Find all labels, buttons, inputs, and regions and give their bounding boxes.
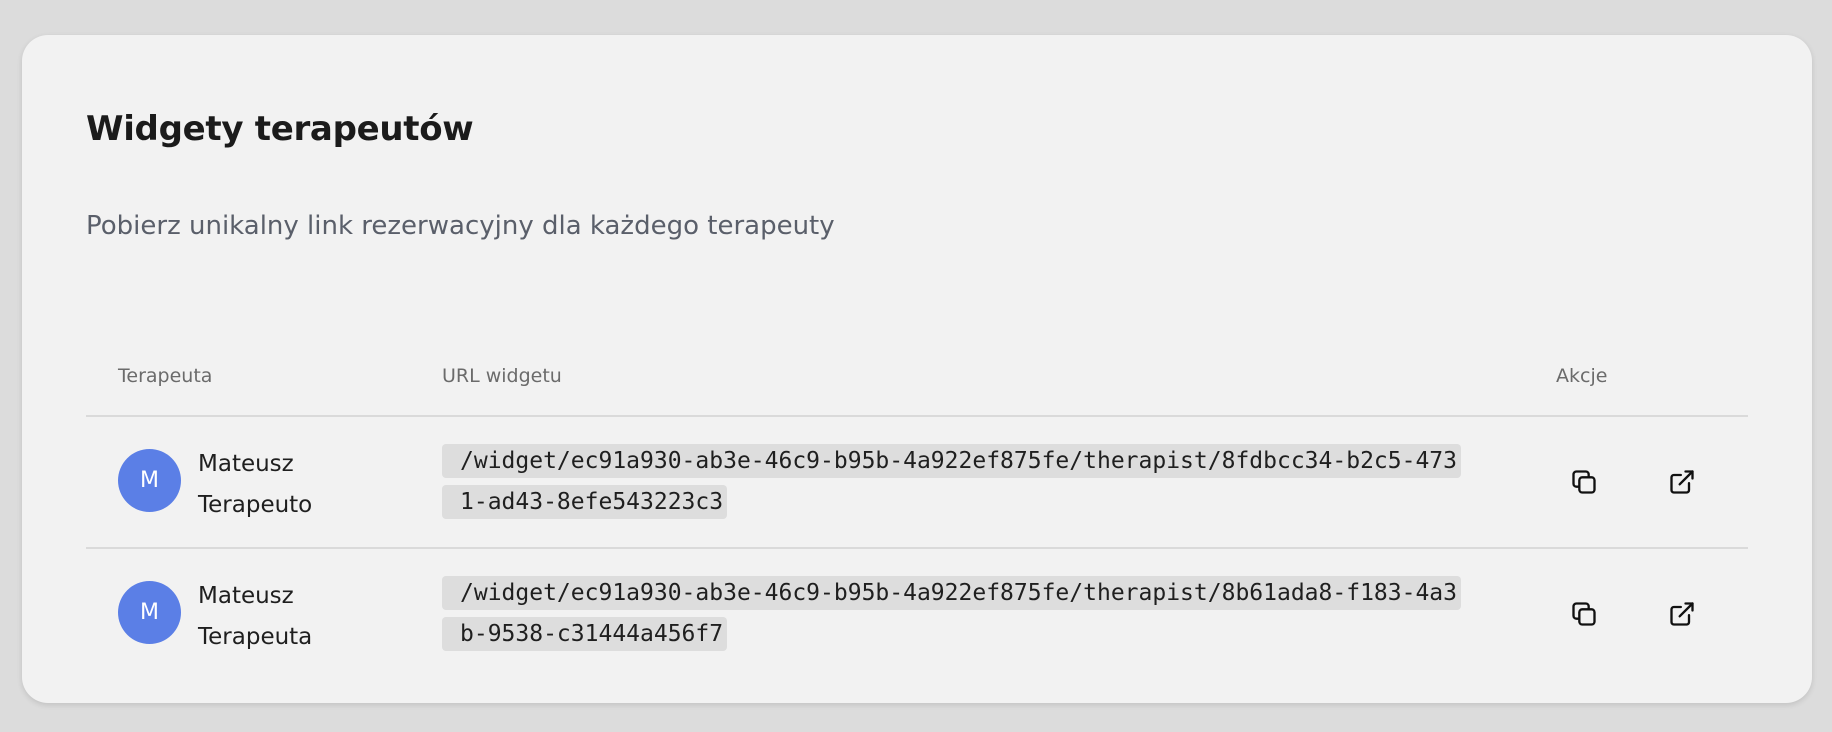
copy-icon — [1572, 470, 1596, 494]
column-header-actions: Akcje — [1556, 365, 1608, 387]
widget-url: /widget/ec91a930-ab3e-46c9-b95b-4a922ef8… — [442, 573, 1462, 655]
copy-url-button[interactable] — [1568, 466, 1600, 498]
therapist-name: Mateusz Terapeuto — [198, 451, 313, 518]
column-header-url: URL widgetu — [442, 365, 562, 387]
column-header-therapist: Terapeuta — [118, 365, 213, 387]
widgets-table: Terapeuta URL widgetu Akcje M Mateusz Te… — [86, 335, 1748, 679]
widget-url-text: /widget/ec91a930-ab3e-46c9-b95b-4a922ef8… — [442, 576, 1461, 651]
external-link-icon — [1670, 470, 1694, 494]
widget-url: /widget/ec91a930-ab3e-46c9-b95b-4a922ef8… — [442, 441, 1462, 523]
open-widget-button[interactable] — [1666, 466, 1698, 498]
card-title: Widgety terapeutów — [86, 109, 474, 149]
open-widget-button[interactable] — [1666, 598, 1698, 630]
avatar: M — [118, 449, 181, 512]
table-row: M Mateusz Terapeuto /widget/ec91a930-ab3… — [86, 417, 1748, 549]
avatar: M — [118, 581, 181, 644]
table-row: M Mateusz Terapeuta /widget/ec91a930-ab3… — [86, 549, 1748, 679]
therapist-name: Mateusz Terapeuta — [198, 583, 313, 650]
table-header: Terapeuta URL widgetu Akcje — [86, 335, 1748, 417]
copy-icon — [1572, 602, 1596, 626]
copy-url-button[interactable] — [1568, 598, 1600, 630]
external-link-icon — [1670, 602, 1694, 626]
widget-url-text: /widget/ec91a930-ab3e-46c9-b95b-4a922ef8… — [442, 444, 1461, 519]
card-subtitle: Pobierz unikalny link rezerwacyjny dla k… — [86, 211, 835, 241]
therapist-widgets-card: Widgety terapeutów Pobierz unikalny link… — [22, 35, 1812, 703]
